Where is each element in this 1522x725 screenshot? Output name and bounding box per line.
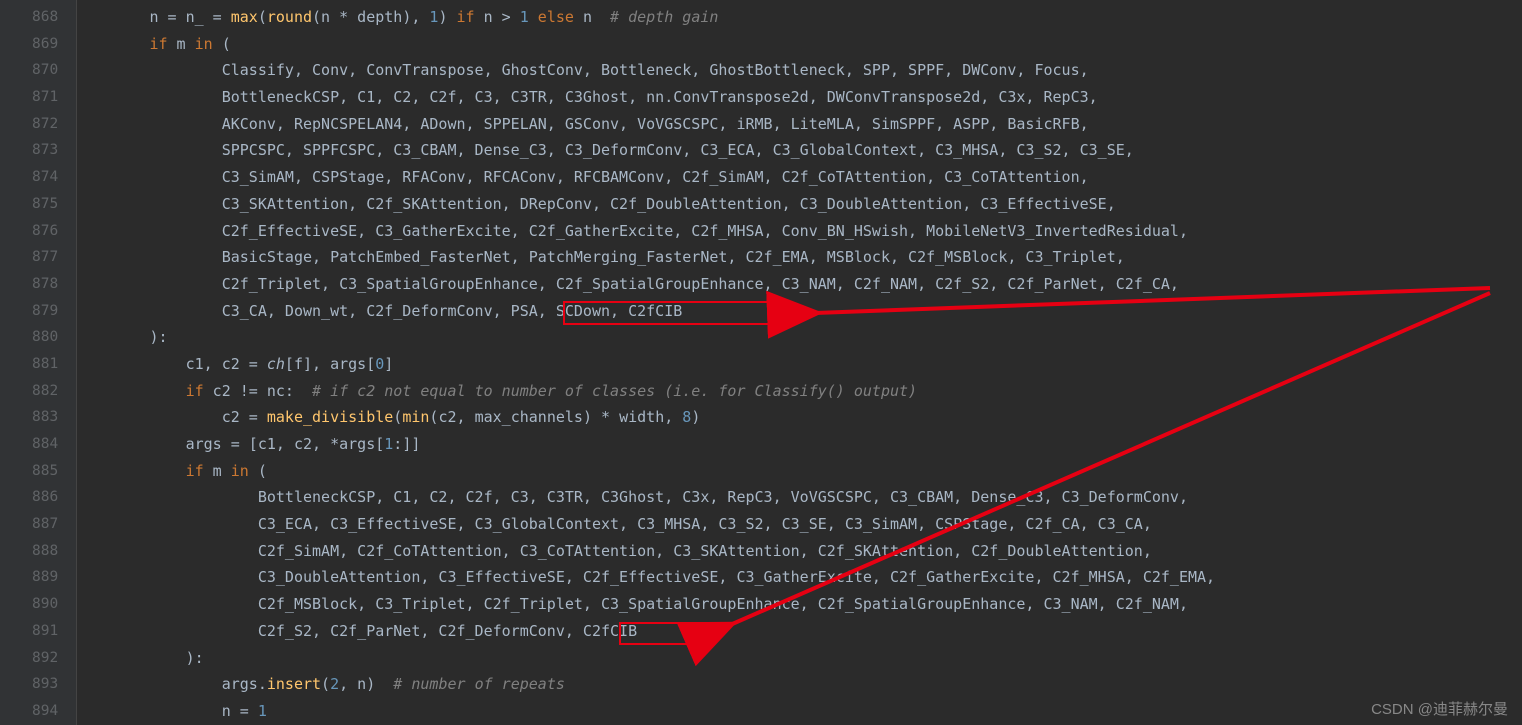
code-line[interactable]: C2f_MSBlock, C3_Triplet, C2f_Triplet, C3… [77,591,1215,618]
line-number: 892 [32,645,58,672]
code-line[interactable]: ): [77,324,1215,351]
code-line[interactable]: BottleneckCSP, C1, C2, C2f, C3, C3TR, C3… [77,484,1215,511]
code-area[interactable]: n = n_ = max(round(n * depth), 1) if n >… [77,0,1215,725]
line-number: 874 [32,164,58,191]
code-line[interactable]: if m in ( [77,31,1215,58]
line-number-gutter: 8688698708718728738748758768778788798808… [10,0,77,725]
line-number: 880 [32,324,58,351]
code-line[interactable]: C3_SKAttention, C2f_SKAttention, DRepCon… [77,191,1215,218]
code-line[interactable]: SPPCSPC, SPPFCSPC, C3_CBAM, Dense_C3, C3… [77,137,1215,164]
code-line[interactable]: BottleneckCSP, C1, C2, C2f, C3, C3TR, C3… [77,84,1215,111]
code-line[interactable]: C2f_SimAM, C2f_CoTAttention, C3_CoTAtten… [77,538,1215,565]
code-line[interactable]: AKConv, RepNCSPELAN4, ADown, SPPELAN, GS… [77,111,1215,138]
line-number: 877 [32,244,58,271]
code-line[interactable]: n = n_ = max(round(n * depth), 1) if n >… [77,4,1215,31]
code-line[interactable]: Classify, Conv, ConvTranspose, GhostConv… [77,57,1215,84]
line-number: 871 [32,84,58,111]
line-number: 885 [32,458,58,485]
line-number: 889 [32,564,58,591]
line-number: 886 [32,484,58,511]
line-number: 875 [32,191,58,218]
line-number: 894 [32,698,58,725]
code-line[interactable]: args.insert(2, n) # number of repeats [77,671,1215,698]
line-number: 888 [32,538,58,565]
code-line[interactable]: C2f_EffectiveSE, C3_GatherExcite, C2f_Ga… [77,218,1215,245]
code-line[interactable]: if m in ( [77,458,1215,485]
watermark: CSDN @迪菲赫尔曼 [1371,698,1508,719]
code-line[interactable]: C2f_Triplet, C3_SpatialGroupEnhance, C2f… [77,271,1215,298]
line-number: 878 [32,271,58,298]
line-number: 879 [32,298,58,325]
line-number: 868 [32,4,58,31]
line-number: 870 [32,57,58,84]
code-line[interactable]: ): [77,645,1215,672]
code-line[interactable]: C3_DoubleAttention, C3_EffectiveSE, C2f_… [77,564,1215,591]
fold-gutter [0,0,10,725]
code-line[interactable]: C3_ECA, C3_EffectiveSE, C3_GlobalContext… [77,511,1215,538]
code-editor: 8688698708718728738748758768778788798808… [0,0,1522,725]
code-line[interactable]: args = [c1, c2, *args[1:]] [77,431,1215,458]
code-line[interactable]: C2f_S2, C2f_ParNet, C2f_DeformConv, C2fC… [77,618,1215,645]
line-number: 872 [32,111,58,138]
code-line[interactable]: if c2 != nc: # if c2 not equal to number… [77,378,1215,405]
code-line[interactable]: c2 = make_divisible(min(c2, max_channels… [77,404,1215,431]
line-number: 890 [32,591,58,618]
line-number: 882 [32,378,58,405]
line-number: 883 [32,404,58,431]
code-line[interactable]: C3_SimAM, CSPStage, RFAConv, RFCAConv, R… [77,164,1215,191]
code-line[interactable]: BasicStage, PatchEmbed_FasterNet, PatchM… [77,244,1215,271]
code-line[interactable]: n = 1 [77,698,1215,725]
line-number: 887 [32,511,58,538]
line-number: 869 [32,31,58,58]
line-number: 884 [32,431,58,458]
line-number: 873 [32,137,58,164]
code-line[interactable]: c1, c2 = ch[f], args[0] [77,351,1215,378]
line-number: 893 [32,671,58,698]
line-number: 891 [32,618,58,645]
line-number: 876 [32,218,58,245]
code-line[interactable]: C3_CA, Down_wt, C2f_DeformConv, PSA, SCD… [77,298,1215,325]
line-number: 881 [32,351,58,378]
